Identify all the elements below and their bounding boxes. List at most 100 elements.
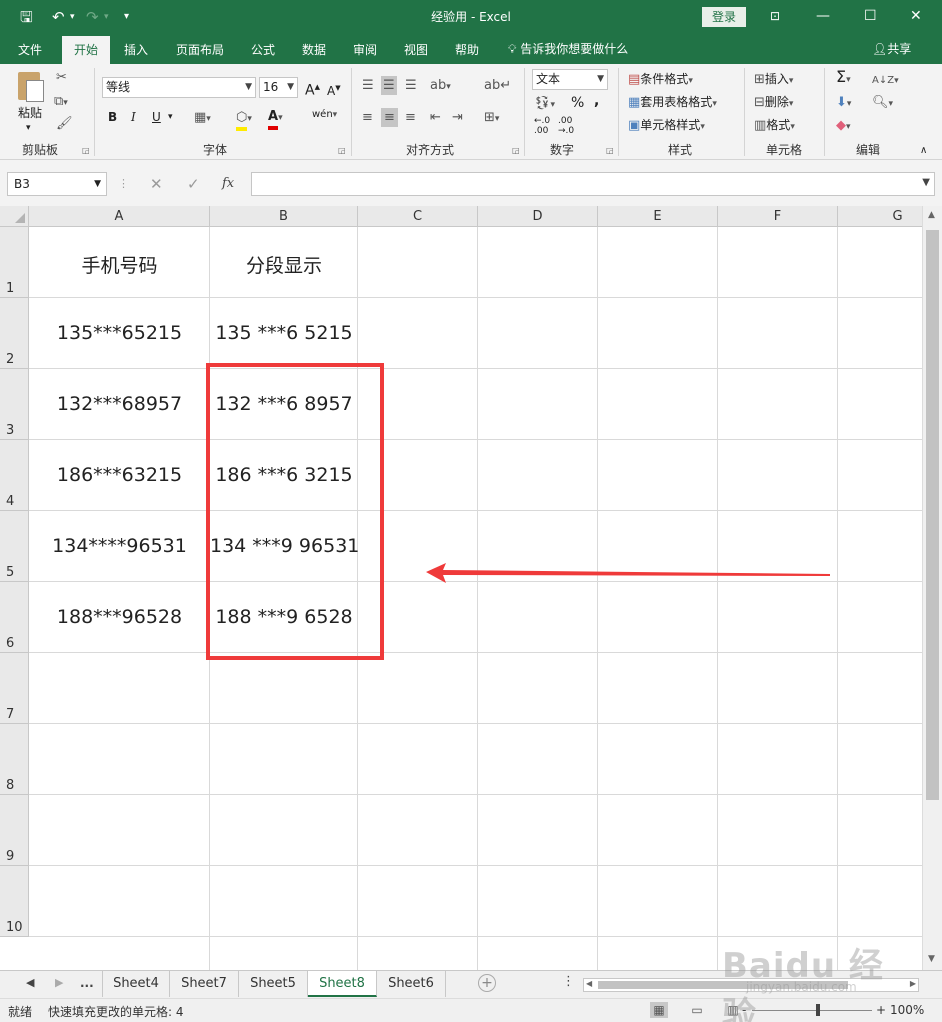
column-header-g[interactable]: G xyxy=(838,206,922,227)
row-header-7[interactable]: 7 xyxy=(0,653,29,724)
delete-cells-button[interactable]: ⊟删除▾ xyxy=(754,93,793,113)
cut-icon[interactable]: ✂ xyxy=(56,68,67,87)
cell-a5[interactable]: 134****96531 xyxy=(29,535,210,557)
column-header-d[interactable]: D xyxy=(478,206,598,227)
increase-indent-icon[interactable]: ⇥ xyxy=(452,108,463,127)
paste-dropdown-icon[interactable]: ▾ xyxy=(26,119,31,137)
accounting-format-icon[interactable]: 💱︎▾ xyxy=(534,94,555,114)
cell-a2[interactable]: 135***65215 xyxy=(29,322,210,344)
row-header-4[interactable]: 4 xyxy=(0,440,29,511)
row-header-10[interactable]: 10 xyxy=(0,866,29,937)
cell-a6[interactable]: 188***96528 xyxy=(29,606,210,628)
tab-data[interactable]: 数据 xyxy=(302,41,326,58)
align-center-icon[interactable]: ≡ xyxy=(381,108,398,127)
close-button[interactable]: ✕ xyxy=(910,6,922,26)
share-button[interactable]: 👤︎共享 xyxy=(872,40,911,57)
row-header-2[interactable]: 2 xyxy=(0,298,29,369)
align-left-icon[interactable]: ≡ xyxy=(362,108,373,127)
column-header-b[interactable]: B xyxy=(210,206,358,227)
row-header-8[interactable]: 8 xyxy=(0,724,29,795)
row-header-9[interactable]: 9 xyxy=(0,795,29,866)
align-top-icon[interactable]: ☰ xyxy=(362,76,374,95)
column-header-f[interactable]: F xyxy=(718,206,838,227)
font-launcher-icon[interactable]: ◲ xyxy=(338,146,346,155)
row-header-3[interactable]: 3 xyxy=(0,369,29,440)
align-bottom-icon[interactable]: ☰ xyxy=(405,76,417,95)
row-header-5[interactable]: 5 xyxy=(0,511,29,582)
wrap-text-icon[interactable]: ab↵ xyxy=(484,76,511,95)
font-size-combo[interactable]: 16 ▼ xyxy=(259,77,298,98)
paste-button[interactable] xyxy=(14,70,48,104)
format-painter-icon[interactable]: 🖌︎ xyxy=(56,114,73,133)
tab-insert[interactable]: 插入 xyxy=(124,41,148,58)
underline-dropdown-icon[interactable]: ▾ xyxy=(168,108,173,126)
row-header-6[interactable]: 6 xyxy=(0,582,29,653)
tab-review[interactable]: 审阅 xyxy=(353,41,377,58)
conditional-formatting-button[interactable]: ▤条件格式▾ xyxy=(628,70,693,90)
decrease-decimal-icon[interactable]: .00 →.0 xyxy=(558,116,574,136)
row-header-1[interactable]: 1 xyxy=(0,227,29,298)
column-header-a[interactable]: A xyxy=(29,206,210,227)
worksheet-grid[interactable]: ABCDEFG 1 2 3 4 5 6 7 8 9 10 手机号码 分段显示 135***65215 1… xyxy=(0,206,922,970)
page-layout-view-icon[interactable]: ▭ xyxy=(688,1002,706,1018)
cell-styles-button[interactable]: ▣单元格样式▾ xyxy=(628,116,705,136)
sheet-tab-sheet5[interactable]: Sheet5 xyxy=(239,971,308,997)
normal-view-icon[interactable]: ▦ xyxy=(650,1002,668,1018)
cell-b2[interactable]: 135 ***6 5215 xyxy=(210,322,358,344)
sheet-tab-sheet7[interactable]: Sheet7 xyxy=(170,971,239,997)
add-sheet-button[interactable]: + xyxy=(478,974,496,992)
tab-file[interactable]: 文件 xyxy=(18,41,42,58)
formula-input[interactable]: ▼ xyxy=(251,172,935,196)
select-all-button[interactable] xyxy=(0,206,29,227)
phonetic-guide-icon[interactable]: wén▾ xyxy=(312,106,337,124)
format-as-table-button[interactable]: ▦套用表格格式▾ xyxy=(628,93,717,113)
column-header-e[interactable]: E xyxy=(598,206,718,227)
format-cells-button[interactable]: ▥格式▾ xyxy=(754,116,795,136)
align-right-icon[interactable]: ≡ xyxy=(405,108,416,127)
scroll-left-icon[interactable]: ◀ xyxy=(586,979,592,988)
cell-a1[interactable]: 手机号码 xyxy=(29,251,210,278)
tab-home[interactable]: 开始 xyxy=(62,36,111,64)
minimize-button[interactable]: — xyxy=(816,6,830,26)
find-select-icon[interactable]: 🔍︎▾ xyxy=(872,93,893,113)
tab-page-layout[interactable]: 页面布局 xyxy=(176,41,224,58)
italic-button[interactable]: I xyxy=(131,108,136,126)
sort-filter-icon[interactable]: A↓Z▾ xyxy=(872,70,899,90)
cancel-icon[interactable]: ✕ xyxy=(150,174,163,194)
vertical-scrollbar[interactable]: ▲ ▼ xyxy=(922,206,942,970)
fill-color-icon[interactable]: ⬡▾ xyxy=(236,108,252,131)
more-sheets-button[interactable]: ... xyxy=(80,976,94,990)
tab-formulas[interactable]: 公式 xyxy=(251,41,275,58)
clipboard-launcher-icon[interactable]: ◲ xyxy=(82,146,90,155)
sheet-tab-sheet6[interactable]: Sheet6 xyxy=(377,971,446,997)
collapse-ribbon-icon[interactable]: ∧ xyxy=(920,142,927,160)
prev-sheet-icon[interactable]: ◀ xyxy=(26,976,34,989)
decrease-indent-icon[interactable]: ⇤ xyxy=(430,108,441,127)
clear-icon[interactable]: ◆▾ xyxy=(836,116,851,136)
orientation-icon[interactable]: ab▾ xyxy=(430,76,451,96)
borders-icon[interactable]: ▦▾ xyxy=(194,108,211,128)
scroll-right-icon[interactable]: ▶ xyxy=(910,979,916,988)
scroll-down-icon[interactable]: ▼ xyxy=(928,954,935,964)
tell-me-search[interactable]: 💡︎ 告诉我你想要做什么 xyxy=(508,40,628,57)
tab-split-handle-icon[interactable]: ⋮ xyxy=(562,974,575,989)
expand-formula-icon[interactable]: ▼ xyxy=(922,177,930,188)
number-format-combo[interactable]: 文本 ▼ xyxy=(532,69,608,90)
name-box[interactable]: B3 ▼ xyxy=(7,172,107,196)
sheet-tab-sheet4[interactable]: Sheet4 xyxy=(102,971,170,997)
next-sheet-icon[interactable]: ▶ xyxy=(55,976,63,989)
maximize-button[interactable]: ☐ xyxy=(864,6,877,26)
number-launcher-icon[interactable]: ◲ xyxy=(606,146,614,155)
insert-function-icon[interactable]: fx xyxy=(222,174,234,194)
percent-style-button[interactable]: % xyxy=(571,94,584,112)
align-middle-icon[interactable]: ☰ xyxy=(381,76,397,95)
cell-b1[interactable]: 分段显示 xyxy=(210,251,358,278)
comma-style-button[interactable]: , xyxy=(594,92,599,110)
decrease-font-button[interactable]: A▼ xyxy=(327,79,341,100)
tab-view[interactable]: 视图 xyxy=(404,41,428,58)
alignment-launcher-icon[interactable]: ◲ xyxy=(512,146,520,155)
ribbon-display-icon[interactable]: ⊡ xyxy=(770,6,780,26)
sheet-tab-sheet8[interactable]: Sheet8 xyxy=(308,971,377,997)
fill-icon[interactable]: ⬇▾ xyxy=(836,93,851,113)
font-color-icon[interactable]: A▾ xyxy=(268,107,283,130)
